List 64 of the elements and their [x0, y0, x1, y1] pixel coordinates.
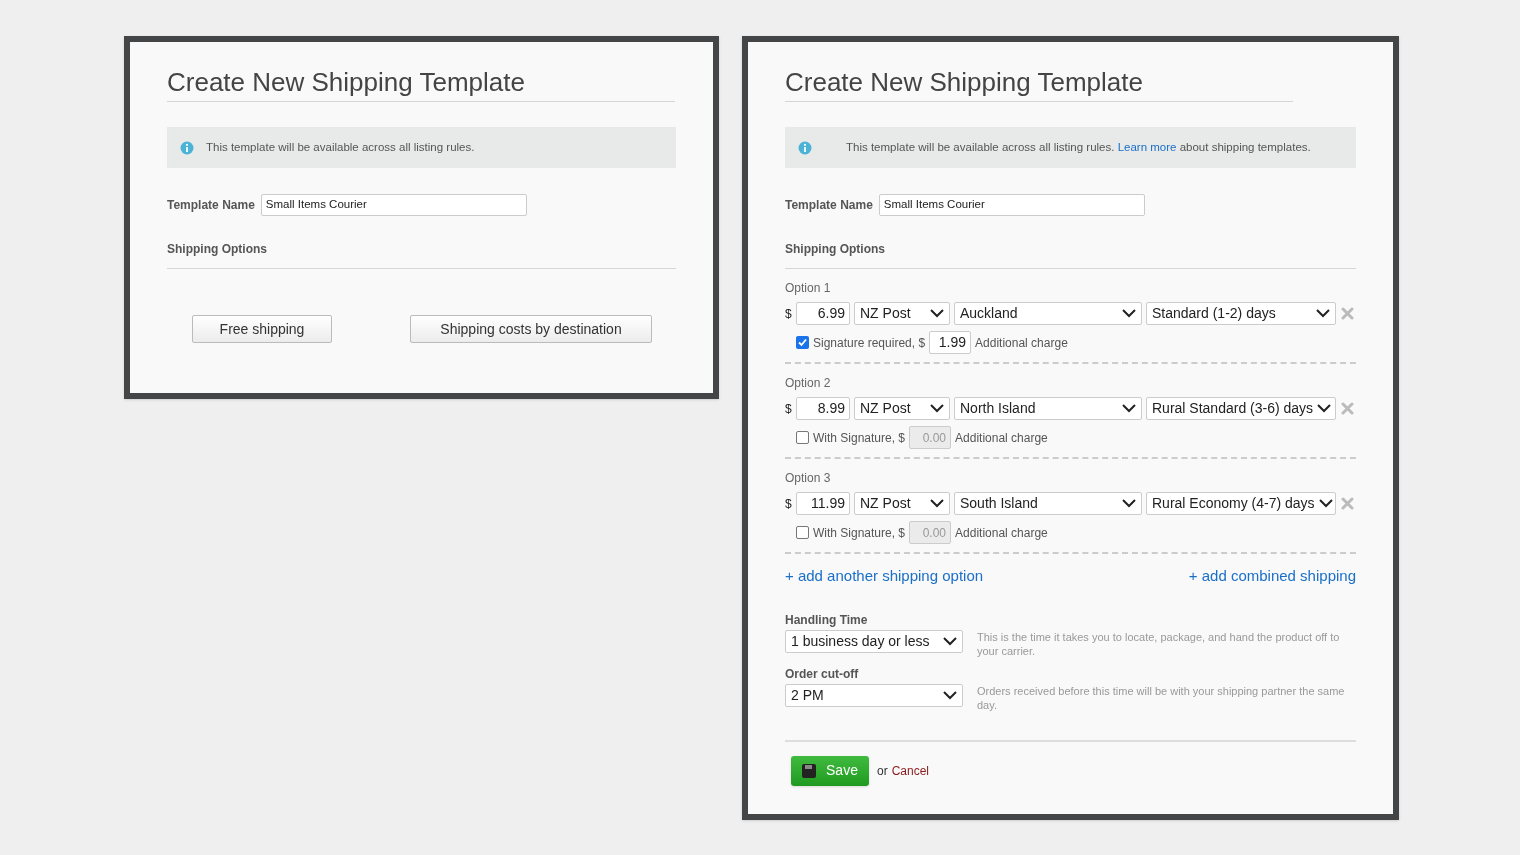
- chevron-down-icon: [1316, 309, 1330, 318]
- chevron-down-icon: [1318, 499, 1333, 508]
- price-field[interactable]: 6.99: [796, 302, 850, 325]
- currency-symbol: $: [785, 400, 793, 418]
- cancel-link[interactable]: Cancel: [891, 761, 930, 780]
- info-icon: [180, 140, 194, 155]
- chevron-down-icon: [1317, 404, 1332, 413]
- shipping-options-heading: Shipping Options: [785, 242, 885, 256]
- chevron-down-icon: [930, 404, 944, 413]
- additional-charge-label: Additional charge: [955, 524, 1048, 542]
- info-text: This template will be available across all listing rules. Learn more about shipping templates.: [846, 139, 1311, 155]
- template-name-label: Template Name: [167, 197, 255, 214]
- add-shipping-option-link[interactable]: + add another shipping option: [785, 565, 984, 588]
- template-name-label: Template Name: [785, 197, 873, 214]
- signature-charge-field[interactable]: 1.99: [929, 331, 972, 354]
- additional-charge-label: Additional charge: [975, 334, 1068, 352]
- signature-label: With Signature, $: [813, 429, 906, 447]
- region-select[interactable]: Auckland: [954, 302, 1142, 325]
- info-icon: [798, 140, 812, 155]
- option-label: Option 2: [785, 375, 831, 392]
- chevron-down-icon: [930, 309, 944, 318]
- learn-more-link[interactable]: Learn more: [1117, 140, 1177, 153]
- choice-button[interactable]: Shipping costs by destination: [410, 315, 652, 343]
- signature-checkbox[interactable]: [796, 431, 809, 444]
- template-name-field[interactable]: Small Items Courier: [260, 194, 527, 216]
- option-label: Option 1: [785, 280, 831, 297]
- shipping-options-heading: Shipping Options: [167, 242, 267, 256]
- chevron-down-icon: [943, 690, 957, 700]
- signature-checkbox[interactable]: [796, 336, 809, 349]
- template-name-field[interactable]: Small Items Courier: [878, 194, 1145, 216]
- additional-charge-label: Additional charge: [955, 429, 1048, 447]
- carrier-select[interactable]: NZ Post: [854, 492, 950, 515]
- carrier-select[interactable]: NZ Post: [854, 397, 950, 420]
- setting-label: Handling Time: [785, 611, 868, 629]
- chevron-down-icon: [1122, 499, 1136, 508]
- delivery-speed-select[interactable]: Standard (1-2) days: [1146, 302, 1336, 325]
- setting-select[interactable]: 1 business day or less: [785, 629, 963, 653]
- signature-label: With Signature, $: [813, 524, 906, 542]
- setting-select[interactable]: 2 PM: [785, 683, 963, 707]
- carrier-select[interactable]: NZ Post: [854, 302, 950, 325]
- signature-checkbox[interactable]: [796, 526, 809, 539]
- chevron-down-icon: [930, 499, 944, 508]
- signature-label: Signature required, $: [813, 334, 926, 352]
- price-field[interactable]: 8.99: [796, 397, 850, 420]
- region-select[interactable]: North Island: [954, 397, 1142, 420]
- currency-symbol: $: [785, 305, 793, 323]
- setting-label: Order cut-off: [785, 665, 859, 683]
- chevron-down-icon: [1122, 404, 1136, 413]
- page-title: Create New Shipping Template: [785, 66, 1144, 98]
- or-text: or: [877, 762, 888, 780]
- price-field[interactable]: 11.99: [796, 492, 850, 515]
- page-title: Create New Shipping Template: [167, 66, 526, 98]
- option-label: Option 3: [785, 470, 831, 487]
- choice-button[interactable]: Free shipping: [192, 315, 332, 343]
- delivery-speed-select[interactable]: Rural Economy (4-7) days: [1146, 492, 1336, 515]
- info-text: This template will be available across all listing rules.: [206, 139, 475, 155]
- setting-help-text: This is the time it takes you to locate, package, and hand the product off to your carrier.: [977, 629, 1341, 658]
- add-combined-shipping-link[interactable]: + add combined shipping: [1188, 565, 1356, 588]
- region-select[interactable]: South Island: [954, 492, 1142, 515]
- delivery-speed-select[interactable]: Rural Standard (3-6) days: [1146, 397, 1336, 420]
- chevron-down-icon: [943, 636, 957, 646]
- chevron-down-icon: [1122, 309, 1136, 318]
- setting-help-text: Orders received before this time will be with your shipping partner the same day.: [977, 683, 1346, 712]
- currency-symbol: $: [785, 495, 793, 513]
